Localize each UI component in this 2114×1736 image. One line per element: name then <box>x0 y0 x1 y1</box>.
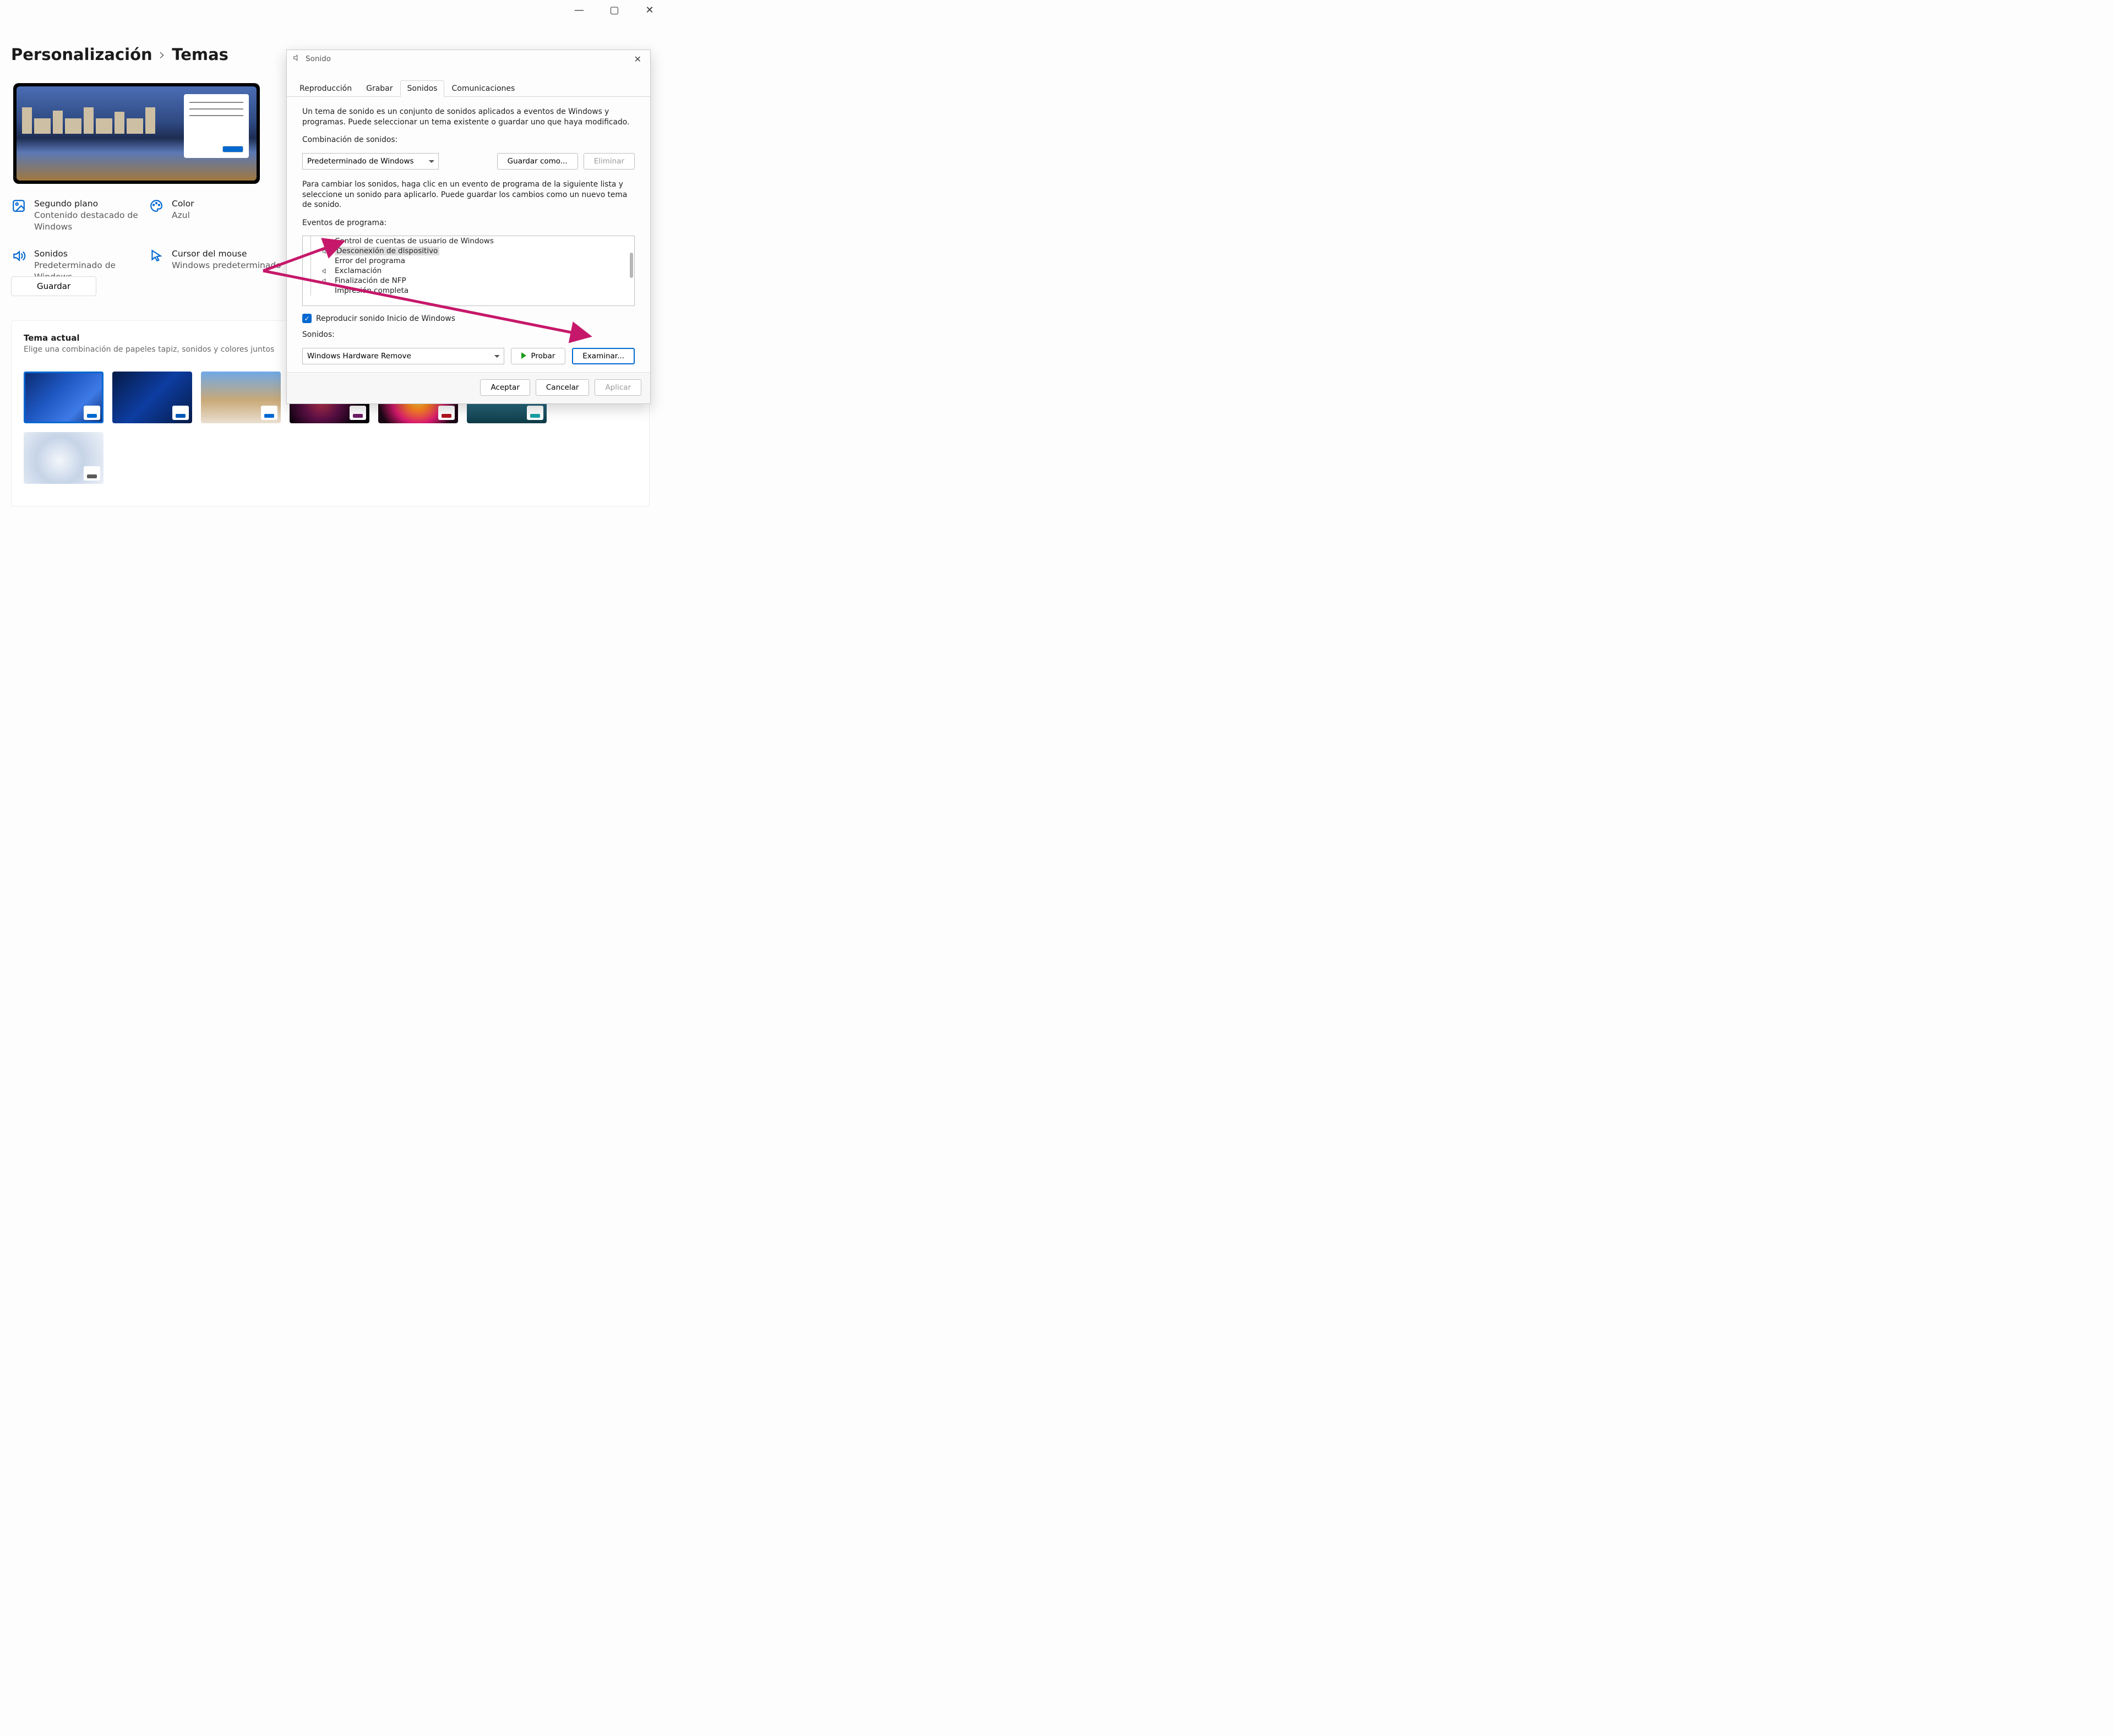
palette-icon <box>149 198 164 214</box>
option-background-title: Segundo plano <box>34 198 149 210</box>
program-event-label: Exclamación <box>335 266 382 275</box>
program-event-item[interactable]: Impresión completa <box>303 286 634 296</box>
scheme-label: Combinación de sonidos: <box>302 135 635 145</box>
dialog-tab[interactable]: Reproducción <box>292 80 359 97</box>
option-background-value: Contenido destacado de Windows <box>34 210 149 233</box>
theme-accent-chip <box>261 406 277 420</box>
program-event-label: Error del programa <box>335 256 405 265</box>
ok-button[interactable]: Aceptar <box>480 379 530 396</box>
sound-dialog-icon <box>292 53 301 64</box>
program-event-item[interactable]: Desconexión de dispositivo <box>303 246 634 256</box>
speaker-icon <box>11 248 26 264</box>
theme-accent-chip <box>172 406 189 420</box>
dialog-titlebar[interactable]: Sonido ✕ <box>287 50 650 68</box>
sounds-label: Sonidos: <box>302 330 635 340</box>
sound-assigned-icon <box>322 268 329 275</box>
program-event-item[interactable]: Error del programa <box>303 256 634 266</box>
maximize-button[interactable]: ▢ <box>608 4 621 16</box>
theme-accent-chip <box>350 406 366 420</box>
breadcrumb-sep: › <box>159 45 166 64</box>
option-cursor-value: Windows predeterminado <box>172 260 281 271</box>
cancel-button[interactable]: Cancelar <box>536 379 590 396</box>
breadcrumb-parent[interactable]: Personalización <box>11 45 152 64</box>
option-color[interactable]: Color Azul <box>149 198 286 233</box>
dialog-intro: Un tema de sonido es un conjunto de soni… <box>302 107 635 127</box>
program-event-label: Desconexión de dispositivo <box>335 247 439 255</box>
dialog-tabs: ReproducciónGrabarSonidosComunicaciones <box>287 80 650 97</box>
close-button[interactable]: ✕ <box>643 4 656 16</box>
theme-preview <box>13 83 260 184</box>
option-color-value: Azul <box>172 210 194 221</box>
sound-file-select[interactable]: Windows Hardware Remove <box>302 348 504 364</box>
option-cursor-title: Cursor del mouse <box>172 248 281 260</box>
startup-sound-label: Reproducir sonido Inicio de Windows <box>316 314 455 323</box>
save-as-button[interactable]: Guardar como... <box>497 153 578 170</box>
delete-button[interactable]: Eliminar <box>584 153 635 170</box>
theme-accent-chip <box>527 406 543 420</box>
sound-scheme-select[interactable]: Predeterminado de Windows <box>302 153 439 170</box>
startup-sound-checkbox[interactable]: ✓ <box>302 314 312 323</box>
minimize-button[interactable]: — <box>573 4 586 16</box>
theme-thumbnail[interactable] <box>112 372 192 423</box>
program-event-label: Impresión completa <box>335 286 408 295</box>
program-events-list[interactable]: Control de cuentas de usuario de Windows… <box>302 236 635 306</box>
events-intro: Para cambiar los sonidos, haga clic en u… <box>302 179 635 210</box>
theme-accent-chip <box>438 406 455 420</box>
theme-accent-chip <box>84 406 100 420</box>
sound-assigned-icon <box>322 277 329 285</box>
test-button[interactable]: Probar <box>511 348 565 364</box>
preview-mini-window <box>184 94 249 158</box>
program-event-item[interactable]: Finalización de NFP <box>303 276 634 286</box>
program-event-item[interactable]: Control de cuentas de usuario de Windows <box>303 236 634 246</box>
events-label: Eventos de programa: <box>302 218 635 228</box>
dialog-tab[interactable]: Sonidos <box>400 80 445 97</box>
apply-button[interactable]: Aplicar <box>595 379 641 396</box>
theme-preview-image <box>17 86 257 181</box>
theme-accent-chip <box>84 466 100 481</box>
dialog-close-button[interactable]: ✕ <box>631 54 645 64</box>
dialog-tab[interactable]: Comunicaciones <box>444 80 522 97</box>
sound-assigned-icon <box>322 238 329 245</box>
theme-thumbnail[interactable] <box>24 432 103 484</box>
option-color-title: Color <box>172 198 194 210</box>
program-event-label: Finalización de NFP <box>335 276 406 285</box>
dialog-tab[interactable]: Grabar <box>359 80 400 97</box>
theme-thumbnail[interactable] <box>24 372 103 423</box>
option-sounds-title: Sonidos <box>34 248 149 260</box>
option-cursor[interactable]: Cursor del mouse Windows predeterminado <box>149 248 286 283</box>
breadcrumb-current: Temas <box>172 45 228 64</box>
dialog-title: Sonido <box>306 54 331 63</box>
sound-assigned-icon <box>322 248 329 255</box>
image-icon <box>11 198 26 214</box>
breadcrumb: Personalización › Temas <box>11 45 228 64</box>
theme-thumbnail[interactable] <box>201 372 281 423</box>
save-button[interactable]: Guardar <box>11 276 96 296</box>
program-event-item[interactable]: Exclamación <box>303 266 634 276</box>
option-background[interactable]: Segundo plano Contenido destacado de Win… <box>11 198 149 233</box>
program-event-label: Control de cuentas de usuario de Windows <box>335 237 494 245</box>
sound-dialog: Sonido ✕ ReproducciónGrabarSonidosComuni… <box>286 50 651 404</box>
cursor-icon <box>149 248 164 264</box>
browse-button[interactable]: Examinar... <box>572 348 635 364</box>
